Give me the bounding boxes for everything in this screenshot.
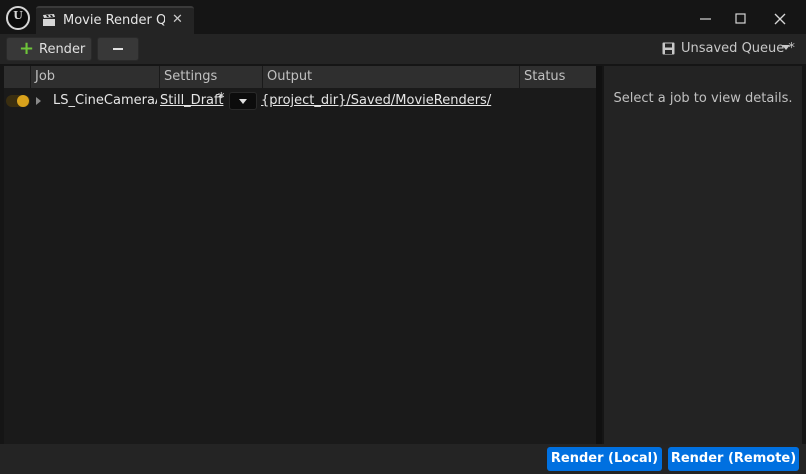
settings-link[interactable]: Still_Draft — [160, 93, 223, 108]
column-header-settings[interactable]: Settings — [159, 66, 262, 88]
add-render-button[interactable]: + Render — [6, 37, 92, 61]
chevron-down-icon — [239, 99, 247, 104]
details-empty-message: Select a job to view details. — [613, 91, 793, 106]
job-enabled-toggle[interactable] — [6, 95, 30, 107]
output-path-link[interactable]: {project_dir}/Saved/MovieRenders/ — [261, 93, 491, 108]
maximize-icon[interactable] — [723, 0, 759, 36]
unreal-logo-icon[interactable]: U — [6, 6, 30, 30]
clapperboard-icon — [43, 14, 55, 26]
column-header-status[interactable]: Status — [519, 66, 600, 88]
minimize-icon[interactable] — [688, 0, 724, 36]
settings-preset-dropdown[interactable] — [229, 92, 257, 110]
title-bar: U Movie Render Q... ✕ — [0, 0, 806, 36]
toolbar: + Render Unsaved Queue * — [0, 34, 806, 64]
job-details-panel: Select a job to view details. — [604, 66, 802, 444]
toggle-knob — [17, 95, 29, 107]
tab-title: Movie Render Q... — [63, 13, 165, 28]
chevron-right-icon[interactable] — [36, 97, 41, 105]
close-icon[interactable] — [762, 0, 798, 36]
save-icon[interactable] — [662, 42, 675, 55]
queue-name[interactable]: Unsaved Queue * — [681, 41, 795, 56]
settings-dirty-marker: * — [218, 91, 225, 106]
remove-job-button[interactable] — [97, 37, 139, 61]
footer-bar: Render (Local) Render (Remote) — [0, 444, 806, 474]
table-row[interactable]: LS_CineCameraActor Still_Draft * {projec… — [4, 90, 600, 112]
panel-splitter[interactable] — [596, 66, 602, 444]
plus-icon: + — [19, 38, 35, 59]
tab-movie-render-queue[interactable]: Movie Render Q... ✕ — [36, 6, 194, 34]
render-remote-button[interactable]: Render (Remote) — [668, 447, 799, 471]
column-header-job[interactable]: Job — [30, 66, 159, 88]
column-header-enabled[interactable] — [4, 66, 30, 88]
tab-close-icon[interactable]: ✕ — [172, 12, 183, 27]
job-list: Job Settings Output Status LS_CineCamera… — [4, 66, 600, 444]
chevron-down-icon[interactable] — [782, 45, 790, 50]
job-name[interactable]: LS_CineCameraActor — [53, 93, 157, 108]
render-local-button[interactable]: Render (Local) — [547, 447, 662, 471]
minus-icon — [113, 48, 123, 50]
add-render-label: Render — [39, 42, 86, 57]
column-header-output[interactable]: Output — [262, 66, 519, 88]
job-list-header: Job Settings Output Status — [4, 66, 600, 88]
